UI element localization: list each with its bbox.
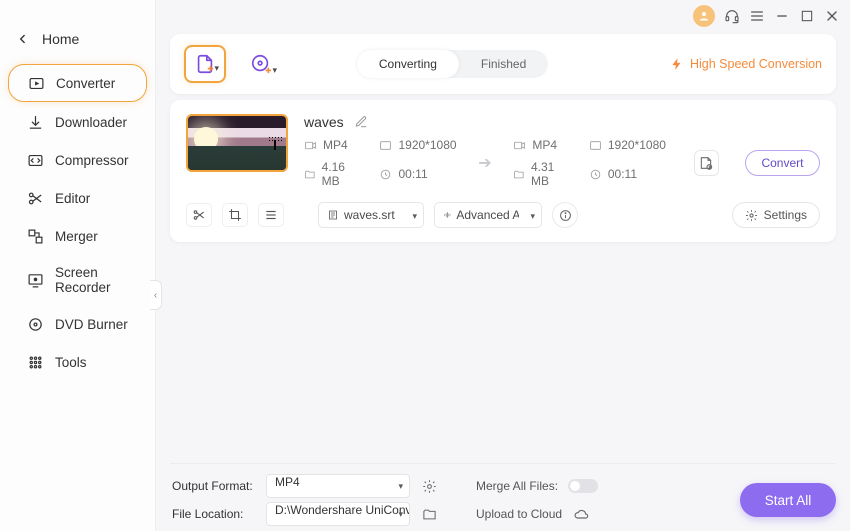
sidebar-item-label: Compressor (55, 153, 129, 168)
high-speed-toggle[interactable]: High Speed Conversion (670, 57, 822, 71)
sidebar-item-converter[interactable]: Converter (8, 64, 147, 102)
dst-resolution: 1920*1080 (608, 138, 666, 152)
file-location-value: D:\Wondershare UniConverter 1 (275, 503, 410, 517)
add-from-disc-button[interactable]: ▾ (240, 45, 282, 83)
sidebar-item-tools[interactable]: Tools (8, 344, 147, 380)
close-icon[interactable] (824, 8, 840, 24)
caret-down-icon: ▾ (272, 65, 277, 76)
home-link[interactable]: Home (0, 22, 155, 62)
sidebar-item-compressor[interactable]: Compressor (8, 142, 147, 178)
compress-icon (26, 151, 44, 169)
home-label: Home (42, 31, 79, 47)
add-files-button[interactable]: ▾ (184, 45, 226, 83)
output-format-select[interactable]: MP4 ▾ (266, 474, 410, 498)
convert-label: Convert (761, 156, 803, 170)
sidebar-item-label: Downloader (55, 115, 127, 130)
merger-icon (26, 227, 44, 245)
arrow-right-icon: ➔ (471, 153, 500, 173)
tab-label: Converting (379, 57, 437, 71)
audio-value: Advanced Audi... (456, 208, 519, 222)
sidebar-item-label: Screen Recorder (55, 265, 134, 295)
caret-down-icon: ▾ (412, 211, 417, 222)
sidebar-item-label: Tools (55, 355, 87, 370)
tab-label: Finished (481, 57, 526, 71)
effects-button[interactable] (258, 203, 284, 227)
upload-label: Upload to Cloud (476, 507, 562, 521)
sidebar-item-dvd-burner[interactable]: DVD Burner (8, 306, 147, 342)
subtitle-dropdown[interactable]: waves.srt ▾ (318, 202, 424, 228)
source-info: MP4 1920*1080 4.16 MB 00:11 (304, 138, 457, 188)
file-name: waves (304, 114, 344, 130)
merge-label: Merge All Files: (476, 479, 558, 493)
status-tabs: Converting Finished (357, 50, 548, 78)
high-speed-label: High Speed Conversion (690, 57, 822, 71)
open-folder-icon[interactable] (420, 505, 438, 523)
trim-button[interactable] (186, 203, 212, 227)
src-size: 4.16 MB (322, 160, 362, 188)
subtitle-value: waves.srt (344, 208, 395, 222)
edit-name-icon[interactable] (354, 115, 368, 129)
download-icon (26, 113, 44, 131)
src-duration: 00:11 (398, 167, 427, 181)
caret-down-icon: ▾ (398, 481, 403, 492)
merge-toggle[interactable] (568, 479, 598, 493)
converter-icon (27, 74, 45, 92)
chevron-left-icon (14, 30, 32, 48)
cloud-icon[interactable] (572, 505, 590, 523)
user-avatar-icon[interactable] (693, 5, 715, 27)
sidebar-item-label: Merger (55, 229, 98, 244)
settings-label: Settings (764, 208, 807, 222)
headset-icon[interactable] (724, 8, 740, 24)
target-info: MP4 1920*1080 4.31 MB 00:11 (513, 138, 666, 188)
output-format-label: Output Format: (172, 479, 256, 493)
src-format: MP4 (323, 138, 348, 152)
caret-down-icon: ▾ (214, 63, 219, 74)
disc-icon (26, 315, 44, 333)
sidebar-item-merger[interactable]: Merger (8, 218, 147, 254)
sidebar-item-label: Editor (55, 191, 90, 206)
hamburger-menu-icon[interactable] (749, 8, 765, 24)
start-all-label: Start All (765, 493, 812, 508)
audio-dropdown[interactable]: Advanced Audi... ▾ (434, 202, 542, 228)
output-settings-icon[interactable] (694, 150, 719, 176)
sidebar-item-label: Converter (56, 76, 115, 91)
screen-record-icon (26, 271, 44, 289)
convert-button[interactable]: Convert (745, 150, 820, 176)
item-settings-button[interactable]: Settings (732, 202, 820, 228)
dst-format: MP4 (532, 138, 557, 152)
sidebar: Home Converter Downloader Compressor Edi… (0, 0, 156, 531)
format-settings-icon[interactable] (420, 477, 438, 495)
sidebar-item-screen-recorder[interactable]: Screen Recorder (8, 256, 147, 304)
dst-duration: 00:11 (608, 167, 637, 181)
file-location-label: File Location: (172, 507, 256, 521)
file-location-select[interactable]: D:\Wondershare UniConverter 1 ▾ (266, 502, 410, 526)
main-panel: ▾ ▾ Converting Finished High Speed Conve… (156, 28, 850, 531)
maximize-icon[interactable] (799, 8, 815, 24)
tab-finished[interactable]: Finished (459, 50, 548, 78)
sidebar-item-label: DVD Burner (55, 317, 128, 332)
toolstrip: ▾ ▾ Converting Finished High Speed Conve… (170, 34, 836, 94)
start-all-button[interactable]: Start All (740, 483, 836, 517)
conversion-item: waves MP4 1920*1080 4.16 MB 00:11 ➔ MP4 (170, 100, 836, 242)
info-button[interactable] (552, 202, 578, 228)
sidebar-item-downloader[interactable]: Downloader (8, 104, 147, 140)
dst-size: 4.31 MB (531, 160, 571, 188)
footer: Output Format: MP4 ▾ Merge All Files: Fi… (170, 463, 836, 531)
sidebar-item-editor[interactable]: Editor (8, 180, 147, 216)
caret-down-icon: ▾ (530, 211, 535, 222)
minimize-icon[interactable] (774, 8, 790, 24)
output-format-value: MP4 (275, 475, 300, 489)
scissors-icon (26, 189, 44, 207)
caret-down-icon: ▾ (398, 509, 403, 520)
bolt-icon (670, 57, 684, 71)
video-thumbnail[interactable] (186, 114, 288, 172)
crop-button[interactable] (222, 203, 248, 227)
tab-converting[interactable]: Converting (357, 50, 459, 78)
grid-icon (26, 353, 44, 371)
src-resolution: 1920*1080 (398, 138, 456, 152)
